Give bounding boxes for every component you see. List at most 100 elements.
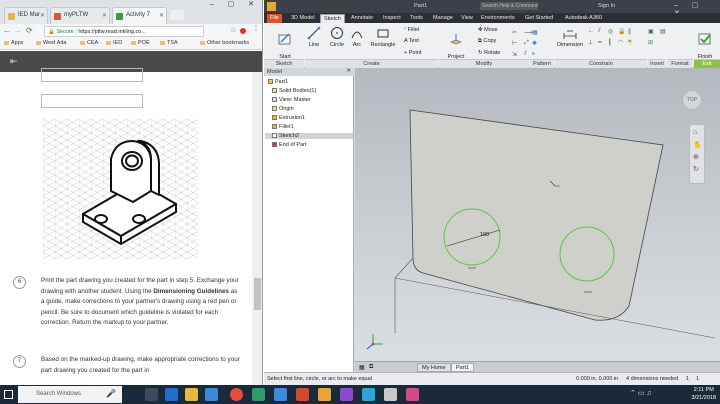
bookmark-cea[interactable]: CEA: [80, 40, 98, 46]
dimension-label[interactable]: 100: [480, 232, 489, 238]
trim-icon[interactable]: ✂: [512, 29, 517, 36]
offset-icon[interactable]: ⫽: [524, 51, 527, 58]
windows-start-icon[interactable]: [4, 390, 13, 399]
menu-annotate[interactable]: Annotate: [348, 14, 376, 23]
close-icon[interactable]: ✕: [159, 12, 164, 19]
home-icon[interactable]: ⌂: [693, 129, 697, 136]
menu-file[interactable]: File: [267, 14, 282, 23]
menu-manage[interactable]: Manage: [430, 14, 456, 23]
collinear-icon[interactable]: ⫽: [598, 28, 601, 35]
rectangle-button[interactable]: Rectangle: [370, 26, 396, 48]
forward-icon[interactable]: →: [14, 26, 22, 35]
fillet-button[interactable]: ◜ Fillet: [404, 27, 419, 33]
menu-get-started[interactable]: Get Started: [522, 14, 556, 23]
file-explorer-icon[interactable]: [185, 388, 198, 401]
tree-item-origin[interactable]: Origin: [272, 106, 294, 112]
close-icon[interactable]: ✕: [40, 12, 45, 19]
bookmark-tsa[interactable]: TSA: [160, 40, 178, 46]
menu-inspect[interactable]: Inspect: [380, 14, 404, 23]
url-field[interactable]: 🔒 Secure | https://pltw.read.inkling.co.…: [44, 26, 204, 37]
taskbar-clock[interactable]: 2:11 PM 3/21/2018: [692, 386, 716, 402]
menu-icon[interactable]: ⋮: [252, 25, 260, 34]
rectangular-pattern-icon[interactable]: ▦: [532, 29, 538, 36]
menu-view[interactable]: View: [458, 14, 476, 23]
group-create[interactable]: Create: [305, 59, 438, 68]
sign-in-button[interactable]: Sign In: [598, 3, 615, 9]
tree-item-fillet[interactable]: Fillet1: [272, 124, 294, 130]
text-button[interactable]: A Text: [404, 38, 419, 44]
equal-icon[interactable]: =: [628, 39, 632, 45]
arc-button[interactable]: Arc: [350, 26, 364, 48]
window-controls[interactable]: – ▢ ✕: [210, 0, 262, 10]
page-scrollbar[interactable]: [252, 72, 262, 385]
menu-tools[interactable]: Tools: [407, 14, 426, 23]
app-icon[interactable]: [252, 388, 265, 401]
app-icon[interactable]: [384, 388, 397, 401]
fix-icon[interactable]: 🔒: [618, 28, 625, 35]
insert-image-icon[interactable]: ▣: [648, 28, 654, 35]
menu-environments[interactable]: Environments: [478, 14, 518, 23]
constraint-tools[interactable]: ∟ ⫽ ◎ 🔒 ∥ ⊥ ━ ┃ ◠ =: [588, 28, 644, 58]
scrollbar-thumb[interactable]: [254, 278, 261, 310]
circular-pattern-icon[interactable]: ✺: [532, 40, 537, 47]
bookmark-ied[interactable]: IED: [106, 40, 122, 46]
mirror-icon[interactable]: ⫸: [532, 51, 535, 58]
bookmark-west-ada[interactable]: West Ada: [36, 40, 66, 46]
edge-icon[interactable]: [165, 388, 178, 401]
horizontal-icon[interactable]: ━: [598, 39, 602, 46]
tree-item-solid-bodies[interactable]: Solid Bodies(1): [272, 88, 316, 94]
zoom-icon[interactable]: ⊕: [693, 153, 699, 161]
tangent-icon[interactable]: ◠: [618, 39, 623, 46]
import-points-icon[interactable]: ⊞: [648, 39, 653, 46]
answer-box[interactable]: [41, 94, 143, 108]
sidebar-toggle-icon[interactable]: ⇤: [10, 56, 18, 67]
tab-myPLTW[interactable]: myPLTW ✕: [50, 7, 110, 24]
tree-item-sketch[interactable]: Sketch2: [265, 133, 353, 139]
move-button[interactable]: ✥ Move: [478, 27, 498, 33]
app-icon[interactable]: [296, 388, 309, 401]
tree-item-view[interactable]: View: Master: [272, 97, 311, 103]
bookmark-apps[interactable]: Apps: [4, 40, 24, 46]
viewcube[interactable]: TOP: [682, 90, 702, 110]
store-icon[interactable]: [205, 388, 218, 401]
inventor-taskbar-icon[interactable]: [318, 388, 331, 401]
app-icon[interactable]: [406, 388, 419, 401]
tree-item-end-of-part[interactable]: End of Part: [272, 142, 307, 148]
tab-my-home[interactable]: My Home: [417, 363, 451, 372]
close-icon[interactable]: ✕: [102, 12, 107, 19]
answer-box[interactable]: [41, 68, 143, 82]
document-grid-icon[interactable]: ▦: [359, 364, 365, 371]
tree-item-part[interactable]: Part1: [268, 79, 288, 85]
help-search-input[interactable]: Search Help & Commands...: [480, 2, 538, 10]
line-button[interactable]: Line: [306, 26, 322, 48]
orbit-icon[interactable]: ↻: [693, 165, 699, 173]
group-constrain[interactable]: Constrain: [555, 59, 647, 68]
new-tab-button[interactable]: [170, 10, 184, 20]
app-icon[interactable]: [362, 388, 375, 401]
tab-part1[interactable]: Part1: [451, 363, 475, 372]
back-icon[interactable]: ←: [3, 26, 11, 35]
star-icon[interactable]: ☆: [230, 26, 236, 34]
tab-ied[interactable]: IED Mar ✕: [4, 7, 48, 24]
system-tray-icons[interactable]: ⌃ ▭ ♫: [630, 389, 652, 397]
point-button[interactable]: + Point: [404, 50, 421, 56]
app-icon[interactable]: [274, 388, 287, 401]
coincident-icon[interactable]: ∟: [588, 28, 594, 34]
reload-icon[interactable]: ⟳: [26, 26, 33, 35]
parallel-icon[interactable]: ∥: [628, 28, 631, 35]
bookmark-other[interactable]: Other bookmarks: [200, 40, 249, 46]
menu-sketch[interactable]: Sketch: [320, 14, 345, 23]
split-icon[interactable]: ⊢: [512, 40, 517, 47]
tab-activity[interactable]: Activity 7 ✕: [112, 7, 167, 24]
chrome-icon[interactable]: [230, 388, 243, 401]
menu-autodesk-a360[interactable]: Autodesk A360: [562, 14, 605, 23]
dimension-button[interactable]: Dimension: [556, 26, 584, 48]
insert-tools[interactable]: ▣ ⊞ ▤: [648, 28, 672, 58]
scale-icon[interactable]: ⤢: [524, 40, 529, 47]
sketch-canvas[interactable]: 100: [355, 68, 720, 372]
menu-3d-model[interactable]: 3D Model: [288, 14, 318, 23]
tile-icon[interactable]: ⧉: [369, 364, 373, 371]
perpendicular-icon[interactable]: ⊥: [588, 39, 593, 46]
circle-button[interactable]: Circle: [328, 26, 346, 48]
pattern-tools[interactable]: ▦ ✺ ⫸: [532, 29, 552, 57]
